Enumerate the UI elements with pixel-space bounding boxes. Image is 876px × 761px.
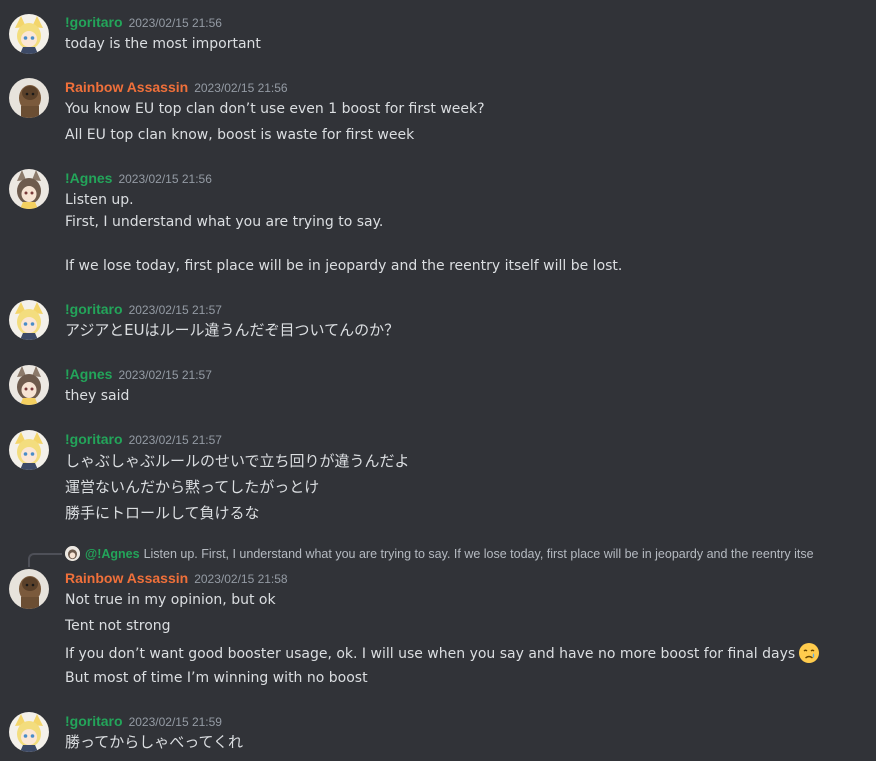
goritaro-avatar[interactable] bbox=[9, 430, 49, 470]
timestamp: 2023/02/15 21:56 bbox=[194, 81, 288, 95]
message-text: しゃぶしゃぶルールのせいで立ち回りが違うんだよ bbox=[65, 452, 410, 470]
message-text: 運営ないんだから黙ってしたがっとけ bbox=[65, 478, 320, 496]
message-text: All EU top clan know, boost is waste for… bbox=[65, 127, 415, 143]
timestamp: 2023/02/15 21:57 bbox=[128, 303, 222, 317]
message-header: !Agnes 2023/02/15 21:57 bbox=[65, 364, 212, 384]
message-text: You know EU top clan don’t use even 1 bo… bbox=[65, 101, 485, 117]
username[interactable]: !goritaro bbox=[65, 431, 123, 447]
message-header: !goritaro 2023/02/15 21:57 bbox=[65, 299, 222, 319]
message-header: Rainbow Assassin 2023/02/15 21:56 bbox=[65, 77, 288, 97]
chat-message-list: !goritaro 2023/02/15 21:56 today is the m… bbox=[0, 0, 876, 761]
goritaro-avatar[interactable] bbox=[9, 712, 49, 752]
reply-connector bbox=[28, 553, 62, 567]
rainbow-assassin-avatar[interactable] bbox=[9, 78, 49, 118]
username[interactable]: !Agnes bbox=[65, 170, 112, 186]
reply-preview[interactable]: @!Agnes Listen up. First, I understand wh… bbox=[65, 545, 855, 563]
timestamp: 2023/02/15 21:56 bbox=[118, 172, 212, 186]
username[interactable]: Rainbow Assassin bbox=[65, 570, 188, 586]
agnes-avatar[interactable] bbox=[9, 365, 49, 405]
crying-face-emoji[interactable] bbox=[798, 642, 820, 664]
message-text: today is the most important bbox=[65, 36, 261, 52]
message-header: Rainbow Assassin 2023/02/15 21:58 bbox=[65, 568, 288, 588]
message-text: 勝手にトロールして負けるな bbox=[65, 504, 260, 522]
reply-mention[interactable]: @!Agnes bbox=[85, 547, 140, 561]
timestamp: 2023/02/15 21:57 bbox=[118, 368, 212, 382]
rainbow-assassin-avatar[interactable] bbox=[9, 569, 49, 609]
username[interactable]: !goritaro bbox=[65, 713, 123, 729]
message-header: !Agnes 2023/02/15 21:56 bbox=[65, 168, 212, 188]
message-text: アジアとEUはルール違うんだぞ目ついてんのか？ bbox=[65, 321, 400, 339]
message-text: If you don’t want good booster usage, ok… bbox=[65, 646, 796, 662]
message-text: First, I understand what you are trying … bbox=[65, 214, 384, 230]
goritaro-avatar[interactable] bbox=[9, 14, 49, 54]
message-text: If we lose today, first place will be in… bbox=[65, 258, 623, 274]
message-text-with-emoji: If you don’t want good booster usage, ok… bbox=[65, 642, 820, 664]
username[interactable]: !goritaro bbox=[65, 301, 123, 317]
goritaro-avatar[interactable] bbox=[9, 300, 49, 340]
message-text: Listen up. bbox=[65, 192, 134, 208]
timestamp: 2023/02/15 21:58 bbox=[194, 572, 288, 586]
message-header: !goritaro 2023/02/15 21:57 bbox=[65, 429, 222, 449]
agnes-avatar[interactable] bbox=[9, 169, 49, 209]
timestamp: 2023/02/15 21:57 bbox=[128, 433, 222, 447]
message-header: !goritaro 2023/02/15 21:56 bbox=[65, 12, 222, 32]
message-text: 勝ってからしゃべってくれ bbox=[65, 733, 244, 751]
message-header: !goritaro 2023/02/15 21:59 bbox=[65, 711, 222, 731]
message-text: they said bbox=[65, 388, 130, 404]
message-text: Not true in my opinion, but ok bbox=[65, 592, 276, 608]
username[interactable]: !goritaro bbox=[65, 14, 123, 30]
message-text: But most of time I’m winning with no boo… bbox=[65, 670, 368, 686]
timestamp: 2023/02/15 21:59 bbox=[128, 715, 222, 729]
username[interactable]: !Agnes bbox=[65, 366, 112, 382]
timestamp: 2023/02/15 21:56 bbox=[128, 16, 222, 30]
reply-preview-text[interactable]: Listen up. First, I understand what you … bbox=[144, 547, 814, 561]
username[interactable]: Rainbow Assassin bbox=[65, 79, 188, 95]
message-text: Tent not strong bbox=[65, 618, 171, 634]
agnes-avatar bbox=[65, 546, 80, 561]
